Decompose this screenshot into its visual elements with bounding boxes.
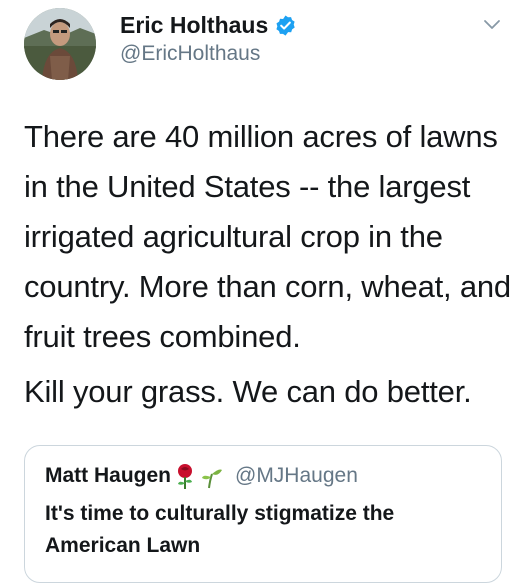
quoted-tweet-text: It's time to culturally stigmatize the A… xyxy=(45,502,395,557)
author-display-name[interactable]: Eric Holthaus xyxy=(120,12,268,39)
verified-badge-icon xyxy=(274,14,297,37)
quoted-author-handle: @MJHaugen xyxy=(235,464,358,487)
avatar[interactable] xyxy=(24,8,96,80)
tweet-card[interactable]: Eric Holthaus @EricHolthaus There are 40… xyxy=(0,0,526,588)
seedling-emoji-icon xyxy=(199,462,223,490)
tweet-paragraph: Kill your grass. We can do better. xyxy=(24,374,472,409)
chevron-down-icon[interactable] xyxy=(480,12,504,36)
tweet-text: There are 40 million acres of lawns in t… xyxy=(24,112,514,417)
author-handle[interactable]: @EricHolthaus xyxy=(120,42,297,66)
quoted-tweet[interactable]: Matt Haugen @MJHaugen It's time to cultu… xyxy=(24,445,502,583)
tweet-paragraph: There are 40 million acres of lawns in t… xyxy=(24,119,511,354)
quoted-author-name: Matt Haugen xyxy=(45,464,171,487)
rose-emoji-icon xyxy=(173,462,197,490)
